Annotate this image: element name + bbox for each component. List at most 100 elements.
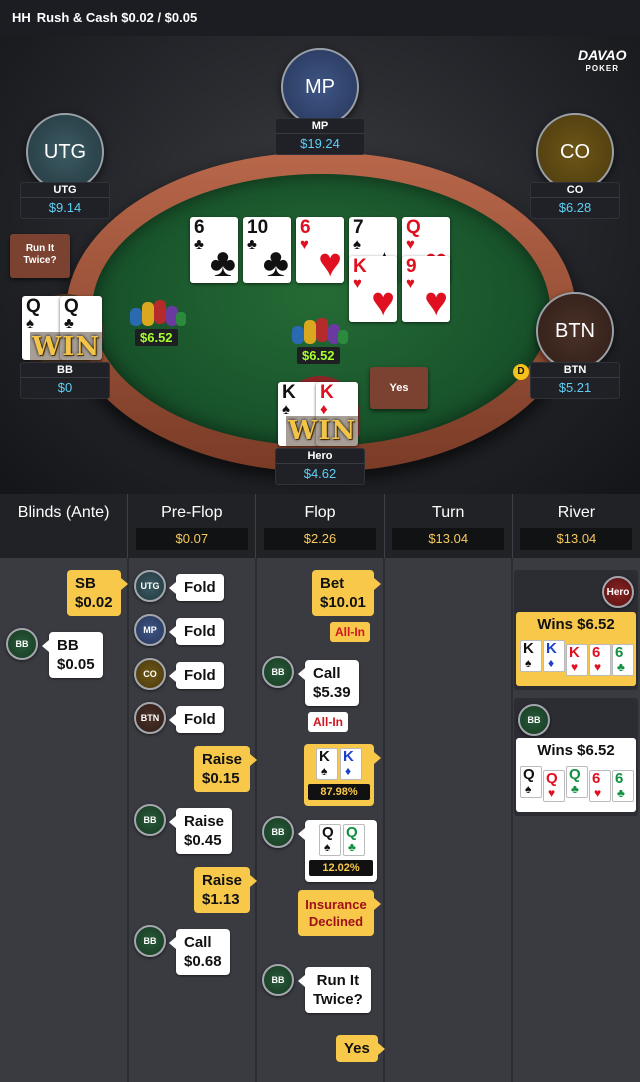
seat-btn-stack: $5.21 (558, 380, 592, 395)
seat-bb-name: BB (21, 363, 109, 378)
seat-hero-stack: $4.62 (303, 466, 337, 481)
seat-bb-plate: BB $0 (20, 362, 110, 399)
hero-eq-card-1: K ♠ (316, 748, 338, 780)
bb-avatar: BB (6, 628, 38, 660)
street-blinds[interactable]: Blinds (Ante) (0, 494, 129, 558)
street-pot: $13.04 (520, 528, 633, 550)
seat-co-avatar[interactable]: CO (536, 113, 614, 191)
hero-wins-label: Wins $6.52 (537, 616, 615, 633)
chips-icon (292, 318, 348, 344)
board-card-2: 10 ♣ ♣ (243, 217, 291, 283)
street-flop[interactable]: Flop $2.26 (256, 494, 385, 558)
seat-co-plate: CO $6.28 (530, 182, 620, 219)
yes-button[interactable]: Yes (370, 367, 428, 409)
run-it-twice-button[interactable]: Run It Twice? (10, 234, 70, 278)
street-preflop[interactable]: Pre-Flop $0.07 (128, 494, 257, 558)
seat-mp-stack: $19.24 (300, 136, 340, 151)
co-fold-bubble: Fold (169, 662, 224, 689)
seat-hero-name: Hero (276, 449, 364, 464)
bb-rit-bubble: Run It Twice? (298, 967, 371, 1013)
bb-win-card-1: Q ♠ (520, 766, 542, 798)
hero-allin-tag: All-In (330, 622, 370, 642)
btn-fold-bubble: Fold (169, 706, 224, 733)
hero-eq-card-2: K ♦ (340, 748, 362, 780)
seat-btn-plate: BTN $5.21 (530, 362, 620, 399)
chip-stack-center (290, 316, 348, 346)
dealer-button: D (513, 364, 529, 380)
street-pot: $13.04 (392, 528, 505, 550)
hero-raise-bubble-1: Raise $0.15 (194, 746, 258, 792)
seat-btn-name: BTN (531, 363, 619, 378)
column-divider (383, 558, 385, 1082)
street-turn[interactable]: Turn $13.04 (385, 494, 513, 558)
seat-co-name: CO (531, 183, 619, 198)
board-card-1: 6 ♣ ♣ (190, 217, 238, 283)
bb-equity-box: Q ♠ Q ♣ 12.02% (298, 820, 377, 882)
seat-utg-name: UTG (21, 183, 109, 198)
mp-fold-bubble: Fold (169, 618, 224, 645)
street-label: River (557, 504, 596, 521)
bb-eq-card-1: Q ♠ (319, 824, 341, 856)
hero-win-card-4: 6 ♥ (589, 644, 611, 676)
bb-avatar: BB (262, 816, 294, 848)
street-pot: $2.26 (264, 528, 376, 550)
bb-avatar: BB (518, 704, 550, 736)
utg-fold-bubble: Fold (169, 574, 224, 601)
bb-win-banner: WIN (30, 332, 103, 362)
bb-avatar: BB (134, 925, 166, 957)
utg-avatar: UTG (134, 570, 166, 602)
hero-win-card-2: K ♦ (543, 640, 565, 672)
bb-avatar: BB (262, 656, 294, 688)
street-header: Blinds (Ante) Pre-Flop $0.07 Flop $2.26 Tu… (0, 494, 640, 558)
hero-win-card-1: K ♠ (520, 640, 542, 672)
hero-win-card-3: K ♥ (566, 644, 588, 676)
chips-icon (130, 300, 186, 326)
poker-table-scene: DAVAO POKER MP MP $19.24 UTG UTG $9.14 CO C… (0, 36, 640, 494)
seat-utg-avatar[interactable]: UTG (26, 113, 104, 191)
board2-card-5: 9 ♥ ♥ (402, 256, 450, 322)
hero-raise-bubble-2: Raise $1.13 (194, 867, 258, 913)
hero-avatar: Hero (602, 576, 634, 608)
sb-bubble: SB $0.02 (67, 570, 128, 616)
river-hero-panel: Hero Wins $6.52 K ♠ K ♦ K ♥ 6 ♥ 6 ♣ (514, 570, 638, 690)
seat-co-stack: $6.28 (558, 200, 592, 215)
seat-btn-avatar[interactable]: BTN (536, 292, 614, 370)
bb-allin-tag: All-In (308, 712, 348, 732)
column-divider (511, 558, 513, 1082)
seat-utg-plate: UTG $9.14 (20, 182, 110, 219)
game-title: Rush & Cash $0.02 / $0.05 (36, 10, 198, 25)
hero-yes-bubble: Yes (336, 1035, 385, 1062)
river-bb-panel: BB Wins $6.52 Q ♠ Q ♥ Q ♣ 6 ♥ 6 ♣ (514, 698, 638, 816)
bb-raise-bubble: Raise $0.45 (168, 808, 233, 854)
street-label: Pre-Flop (161, 504, 223, 521)
pot-amount-center: $6.52 (297, 347, 340, 364)
seat-mp-avatar[interactable]: MP (281, 48, 359, 126)
bb-call-bubble: Call $5.39 (298, 660, 359, 706)
co-avatar: CO (134, 658, 166, 690)
hero-equity-box: K ♠ K ♦ 87.98% (304, 744, 381, 806)
chip-stack-left (128, 298, 186, 328)
mp-avatar: MP (134, 614, 166, 646)
hero-equity: 87.98% (308, 784, 370, 800)
column-divider (255, 558, 257, 1082)
seat-mp-plate: MP $19.24 (275, 118, 365, 155)
seat-bb-stack: $0 (57, 380, 73, 395)
hero-win-card-5: 6 ♣ (612, 644, 634, 676)
davao-poker-logo: DAVAO POKER (578, 47, 627, 73)
board-card-3: 6 ♥ ♥ (296, 217, 344, 283)
bb-win-card-3: Q ♣ (566, 766, 588, 798)
bb-win-card-2: Q ♥ (543, 770, 565, 802)
street-river[interactable]: River $13.04 (513, 494, 640, 558)
street-pot: $0.07 (135, 528, 248, 550)
bb-wins-box: Wins $6.52 Q ♠ Q ♥ Q ♣ 6 ♥ 6 ♣ (516, 738, 636, 812)
top-bar: HH Rush & Cash $0.02 / $0.05 (0, 0, 640, 36)
bb-avatar: BB (134, 804, 166, 836)
bb-avatar: BB (262, 964, 294, 996)
board2-card-4: K ♥ ♥ (349, 256, 397, 322)
street-label: Blinds (Ante) (17, 504, 110, 521)
pot-amount-left: $6.52 (135, 329, 178, 346)
hero-wins-box: Wins $6.52 K ♠ K ♦ K ♥ 6 ♥ 6 ♣ (516, 612, 636, 686)
bb-blind-bubble: BB $0.05 (42, 632, 103, 678)
seat-utg-stack: $9.14 (48, 200, 82, 215)
bb-equity: 12.02% (309, 860, 373, 876)
